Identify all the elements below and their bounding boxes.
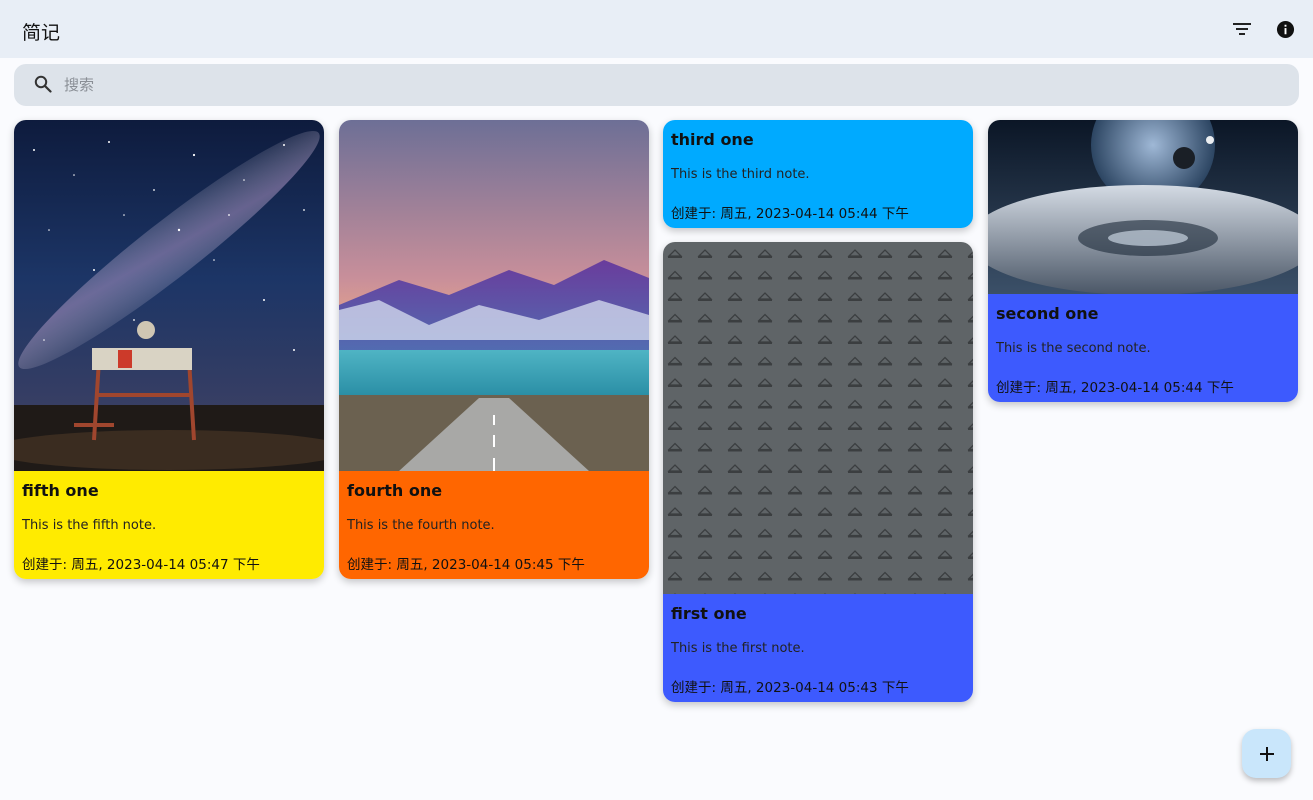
note-card[interactable]: third one This is the third note. 创建于: 周…: [663, 120, 973, 228]
note-image: [988, 120, 1298, 294]
app-bar: 简记: [0, 0, 1313, 58]
note-card[interactable]: second one This is the second note. 创建于:…: [988, 120, 1298, 402]
note-image: [339, 120, 649, 471]
note-title: first one: [671, 604, 747, 623]
add-note-button[interactable]: [1242, 729, 1291, 778]
note-text: This is the third note.: [671, 167, 810, 182]
filter-list-icon: [1233, 23, 1251, 35]
filter-button[interactable]: [1228, 16, 1256, 42]
note-text: This is the fifth note.: [22, 518, 157, 533]
info-icon: [1276, 20, 1294, 38]
note-body: fourth one This is the fourth note. 创建于:…: [339, 471, 649, 579]
note-body: second one This is the second note. 创建于:…: [988, 294, 1298, 402]
note-image: [663, 242, 973, 594]
note-text: This is the first note.: [671, 641, 805, 656]
app-title: 简记: [22, 22, 61, 44]
note-body: third one This is the third note. 创建于: 周…: [663, 120, 973, 228]
add-icon: [1259, 746, 1274, 761]
search-input[interactable]: [64, 64, 1264, 106]
search-bar[interactable]: [14, 64, 1299, 106]
note-image: [14, 120, 324, 471]
note-title: third one: [671, 130, 754, 149]
note-title: second one: [996, 304, 1099, 323]
note-date: 创建于: 周五, 2023-04-14 05:44 下午: [671, 206, 909, 222]
note-card[interactable]: fourth one This is the fourth note. 创建于:…: [339, 120, 649, 579]
note-title: fifth one: [22, 481, 99, 500]
note-body: first one This is the first note. 创建于: 周…: [663, 594, 973, 702]
note-title: fourth one: [347, 481, 443, 500]
note-text: This is the second note.: [996, 341, 1151, 356]
info-button[interactable]: [1271, 16, 1299, 42]
note-card[interactable]: first one This is the first note. 创建于: 周…: [663, 242, 973, 702]
search-icon: [34, 75, 52, 93]
note-date: 创建于: 周五, 2023-04-14 05:45 下午: [347, 557, 585, 573]
note-text: This is the fourth note.: [347, 518, 495, 533]
note-date: 创建于: 周五, 2023-04-14 05:43 下午: [671, 680, 909, 696]
note-date: 创建于: 周五, 2023-04-14 05:47 下午: [22, 557, 260, 573]
note-date: 创建于: 周五, 2023-04-14 05:44 下午: [996, 380, 1234, 396]
note-body: fifth one This is the fifth note. 创建于: 周…: [14, 471, 324, 579]
note-card[interactable]: fifth one This is the fifth note. 创建于: 周…: [14, 120, 324, 579]
